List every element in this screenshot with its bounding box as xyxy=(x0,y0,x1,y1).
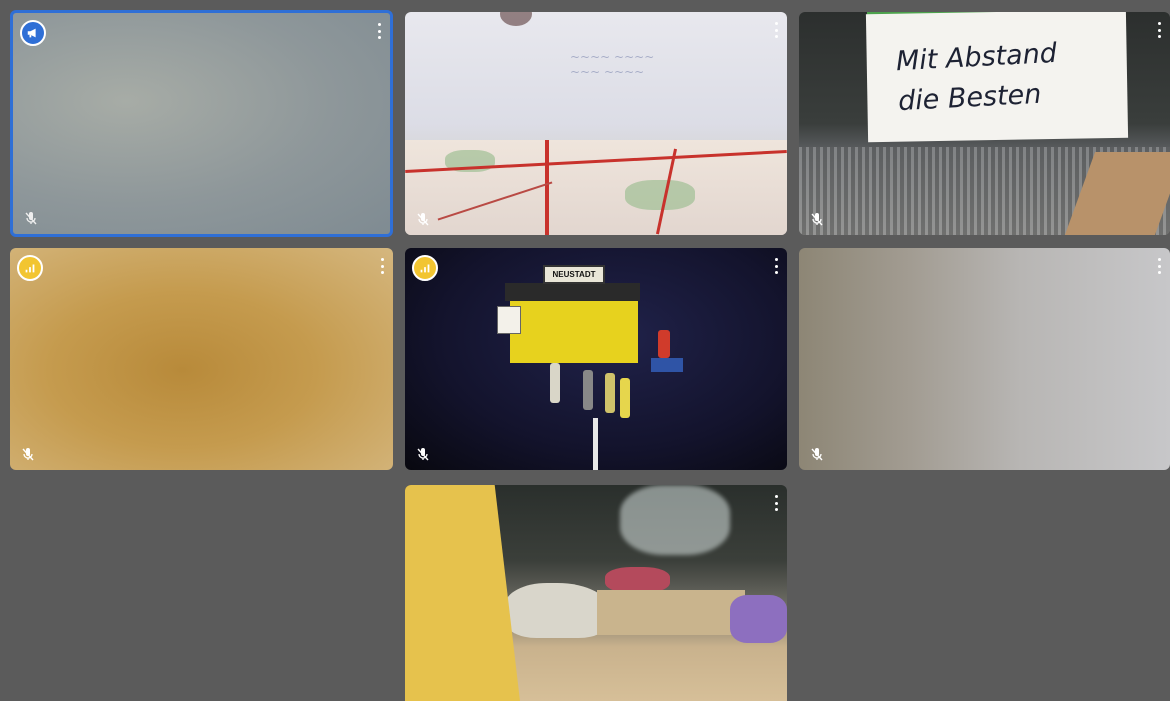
video-tile-7[interactable] xyxy=(405,485,787,701)
mic-muted-icon xyxy=(809,211,825,227)
video-frame-pole xyxy=(593,418,598,470)
video-frame-object xyxy=(500,12,532,26)
signal-bars-icon xyxy=(412,255,438,281)
video-frame-window xyxy=(620,485,730,555)
video-tile-4[interactable] xyxy=(10,248,393,470)
video-frame-handwriting: ~~~~ ~~~~ ~~~ ~~~~ xyxy=(570,50,655,79)
video-frame-sponge xyxy=(405,485,520,701)
mic-muted-icon xyxy=(415,446,431,462)
more-options-icon[interactable] xyxy=(1156,22,1162,38)
more-options-icon[interactable] xyxy=(773,22,779,38)
video-tile-1[interactable] xyxy=(10,10,393,237)
megaphone-icon xyxy=(20,20,46,46)
video-frame-figure xyxy=(605,373,615,413)
mic-muted-icon xyxy=(23,210,39,226)
mic-muted-icon xyxy=(20,446,36,462)
more-options-icon[interactable] xyxy=(773,495,779,511)
video-frame-figure xyxy=(620,378,630,418)
more-options-icon[interactable] xyxy=(379,258,385,274)
video-frame-purple-cloth xyxy=(730,595,787,643)
more-options-icon[interactable] xyxy=(376,23,382,39)
video-frame-bus-stop xyxy=(510,301,638,363)
video-frame-pillow xyxy=(505,583,610,638)
video-frame-figure xyxy=(583,370,593,410)
lego-sign: NEUSTADT xyxy=(543,265,605,284)
video-frame-poster xyxy=(497,306,521,334)
more-options-icon[interactable] xyxy=(1156,258,1162,274)
video-tile-5[interactable]: NEUSTADT xyxy=(405,248,787,470)
more-options-icon[interactable] xyxy=(773,258,779,274)
signal-bars-icon xyxy=(17,255,43,281)
video-frame-map xyxy=(405,140,787,235)
video-tile-6[interactable] xyxy=(799,248,1170,470)
video-tile-2[interactable]: ~~~~ ~~~~ ~~~ ~~~~ xyxy=(405,12,787,235)
video-frame-bench xyxy=(651,358,683,372)
mic-muted-icon xyxy=(415,211,431,227)
video-frame-figure xyxy=(550,363,560,403)
video-frame-box xyxy=(597,590,745,635)
mic-muted-icon xyxy=(809,446,825,462)
video-tile-3[interactable]: Mit Abstand die Besten xyxy=(799,12,1170,235)
note-handwriting: Mit Abstand die Besten xyxy=(895,37,1058,118)
video-frame-figure xyxy=(658,330,670,358)
video-frame-roof xyxy=(505,283,640,301)
